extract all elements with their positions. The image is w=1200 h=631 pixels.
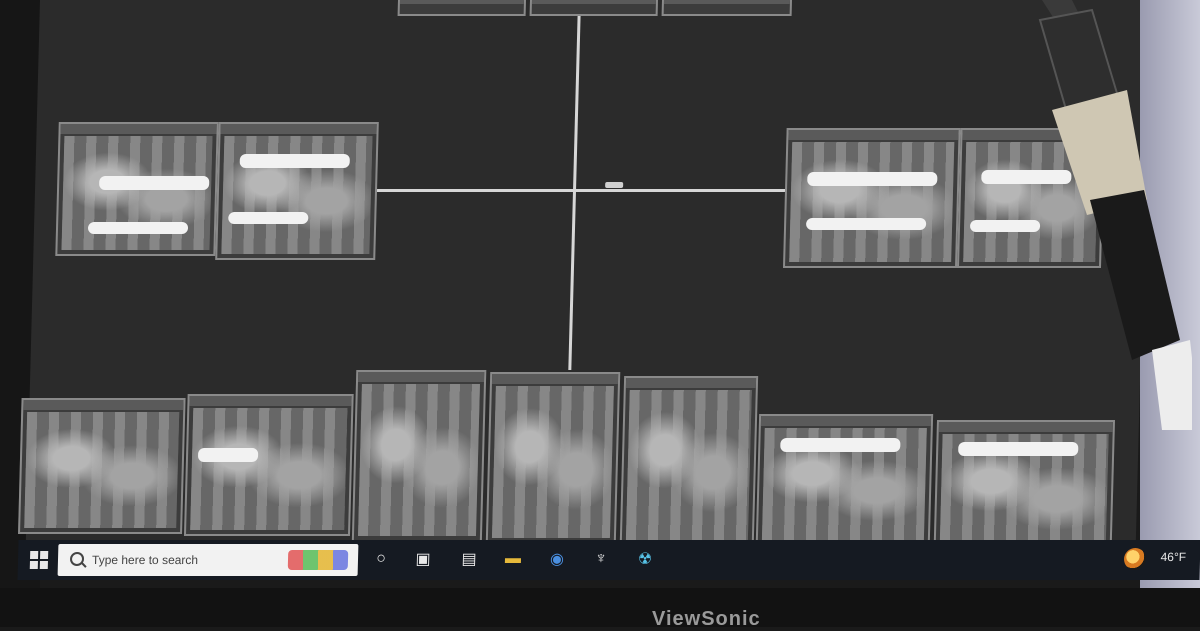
- xray-periapical-7[interactable]: [933, 420, 1116, 558]
- xray-top-2[interactable]: [529, 0, 659, 16]
- center-marker: [597, 182, 632, 204]
- file-explorer-icon[interactable]: ▤: [458, 548, 481, 570]
- monitor-brand-logo: ViewSonic: [652, 608, 761, 630]
- weather-icon[interactable]: [1123, 548, 1147, 570]
- xray-periapical-1[interactable]: [18, 398, 186, 534]
- xray-periapical-5[interactable]: [619, 376, 759, 546]
- xray-bitewing-left-2[interactable]: [215, 122, 379, 260]
- vertical-divider: [568, 16, 581, 370]
- xray-bitewing-right-1[interactable]: [782, 128, 961, 268]
- search-highlight-icon: [287, 550, 349, 570]
- windows-logo-icon[interactable]: [29, 551, 49, 569]
- xray-bitewing-right-2[interactable]: [956, 128, 1105, 268]
- horizontal-divider: [374, 189, 786, 192]
- xray-top-3[interactable]: [661, 0, 793, 16]
- browser-icon[interactable]: ◉: [546, 548, 569, 570]
- folder-icon[interactable]: ▬: [502, 548, 525, 570]
- xray-periapical-4[interactable]: [485, 372, 621, 544]
- xray-periapical-3[interactable]: [351, 370, 487, 542]
- task-view-icon[interactable]: ○: [370, 548, 393, 570]
- xray-viewer-canvas[interactable]: [18, 0, 1150, 560]
- search-box[interactable]: Type here to search: [57, 544, 359, 576]
- xray-periapical-2[interactable]: [183, 394, 354, 536]
- xray-top-1[interactable]: [397, 0, 527, 16]
- radiation-icon[interactable]: ☢: [634, 548, 657, 570]
- weather-temperature[interactable]: 46°F: [1160, 550, 1186, 564]
- monitor-bezel-bottom: [0, 588, 1200, 627]
- search-placeholder: Type here to search: [91, 553, 199, 567]
- magnifier-icon: [69, 552, 85, 566]
- background-wall: [1140, 0, 1200, 627]
- tooth-icon[interactable]: ♆: [590, 548, 613, 570]
- taskbar: Type here to search ○ ▣ ▤ ▬ ◉ ♆ ☢ 46°F: [17, 540, 1200, 580]
- xray-periapical-6[interactable]: [755, 414, 934, 548]
- widgets-icon[interactable]: ▣: [412, 548, 435, 570]
- xray-bitewing-left-1[interactable]: [55, 122, 219, 256]
